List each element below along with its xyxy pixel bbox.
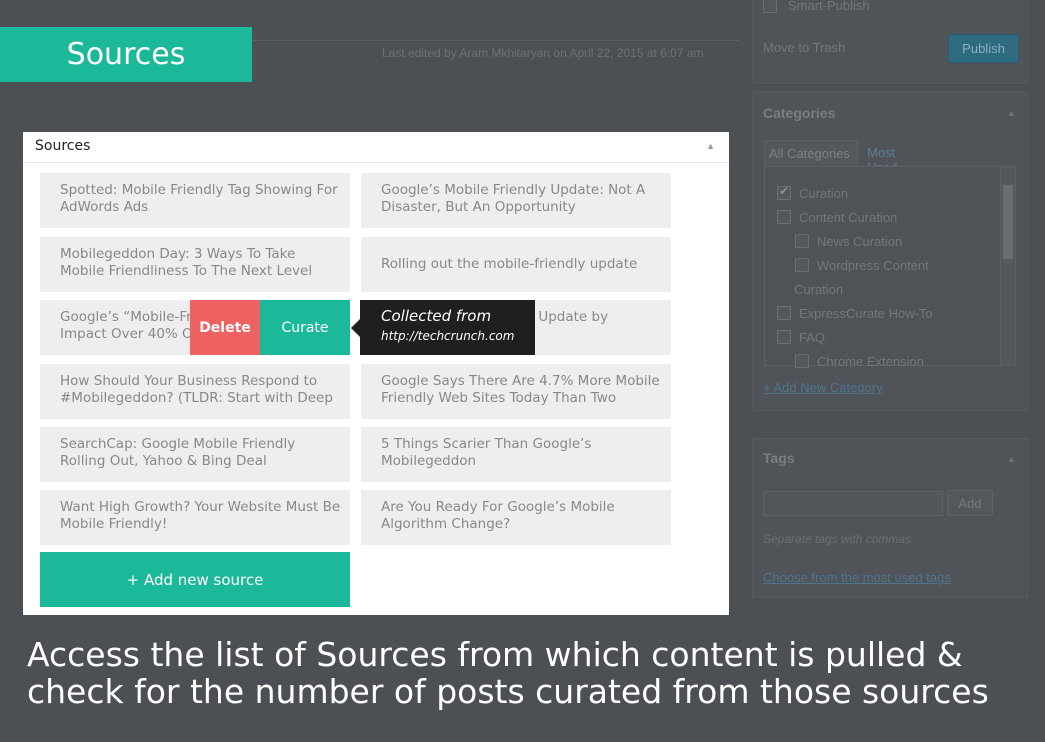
source-item[interactable]: Rolling out the mobile-friendly update (361, 237, 671, 292)
add-tag-button[interactable]: Add (947, 490, 993, 516)
source-item[interactable]: SearchCap: Google Mobile Friendly Rollin… (40, 427, 350, 482)
category-checkbox[interactable]: ✔ (777, 184, 791, 200)
smart-publish-checkbox[interactable] (763, 0, 777, 13)
tooltip-title: Collected from (381, 307, 492, 325)
curate-source-button[interactable]: Curate (260, 300, 350, 355)
add-new-source-button[interactable]: + Add new source (40, 552, 350, 607)
category-label: Chrome Extension (817, 354, 924, 369)
categories-scroll-thumb[interactable] (1003, 185, 1013, 259)
checkmark-icon: ✔ (779, 184, 790, 198)
tags-hint: Separate tags with commas (763, 532, 912, 546)
caption-text: Access the list of Sources from which co… (27, 636, 1017, 710)
source-item[interactable]: Spotted: Mobile Friendly Tag Showing For… (40, 173, 350, 228)
source-item[interactable]: Google’s Mobile Friendly Update: Not A D… (361, 173, 671, 228)
category-label: FAQ (799, 330, 826, 345)
add-new-category-link[interactable]: + Add New Category (763, 380, 883, 395)
panel-collapse-icon[interactable]: ▲ (706, 141, 715, 151)
category-label: News Curation (817, 234, 903, 249)
tab-all-categories[interactable]: All Categories (764, 140, 858, 166)
sources-banner: Sources (0, 27, 252, 82)
banner-title: Sources (66, 37, 186, 72)
tag-input[interactable] (763, 491, 943, 516)
category-checkbox[interactable] (777, 210, 791, 224)
category-checkbox[interactable] (777, 330, 791, 344)
tooltip-url: http://techcrunch.com (381, 329, 515, 343)
source-tooltip: Collected from http://techcrunch.com (351, 300, 535, 355)
smart-publish-label: Smart-Publish (788, 0, 870, 13)
source-item[interactable]: Are You Ready For Google’s Mobile Algori… (361, 490, 671, 545)
category-checkbox[interactable] (795, 234, 809, 248)
source-item[interactable]: Mobilegeddon Day: 3 Ways To Take Mobile … (40, 237, 350, 292)
publish-button[interactable]: Publish (948, 34, 1019, 63)
tags-toggle-icon[interactable]: ▲ (1007, 454, 1035, 464)
sources-panel-title: Sources (35, 138, 91, 154)
choose-tags-link[interactable]: Choose from the most used tags (763, 570, 951, 585)
source-item[interactable]: Google Says There Are 4.7% More Mobile F… (361, 364, 671, 419)
source-item[interactable]: Want High Growth? Your Website Must Be M… (40, 490, 350, 545)
caption-line-2: check for the number of posts curated fr… (27, 672, 989, 711)
source-item[interactable]: How Should Your Business Respond to #Mob… (40, 364, 350, 419)
categories-title: Categories (763, 105, 836, 121)
tags-title: Tags (763, 450, 795, 466)
category-label: Content Curation (799, 210, 898, 225)
category-checkbox[interactable] (777, 306, 791, 320)
move-to-trash-link[interactable]: Move to Trash (763, 40, 845, 55)
category-label: Curation (794, 282, 844, 297)
categories-scrollbar[interactable] (1000, 167, 1015, 365)
delete-source-button[interactable]: Delete (190, 300, 260, 355)
last-edited-text: Last edited by Aram Mkhitaryan on April … (382, 46, 704, 60)
category-checkbox[interactable] (795, 258, 809, 272)
category-label: Curation (799, 186, 849, 201)
sources-panel-header: Sources ▲ (23, 132, 729, 163)
categories-toggle-icon[interactable]: ▲ (1007, 108, 1035, 118)
category-label: ExpressCurate How-To (799, 306, 933, 321)
category-label: Wordpress Content (817, 258, 929, 273)
source-item[interactable]: 5 Things Scarier Than Google’s Mobileged… (361, 427, 671, 482)
caption-line-1: Access the list of Sources from which co… (27, 635, 963, 674)
category-checkbox[interactable] (795, 354, 809, 368)
